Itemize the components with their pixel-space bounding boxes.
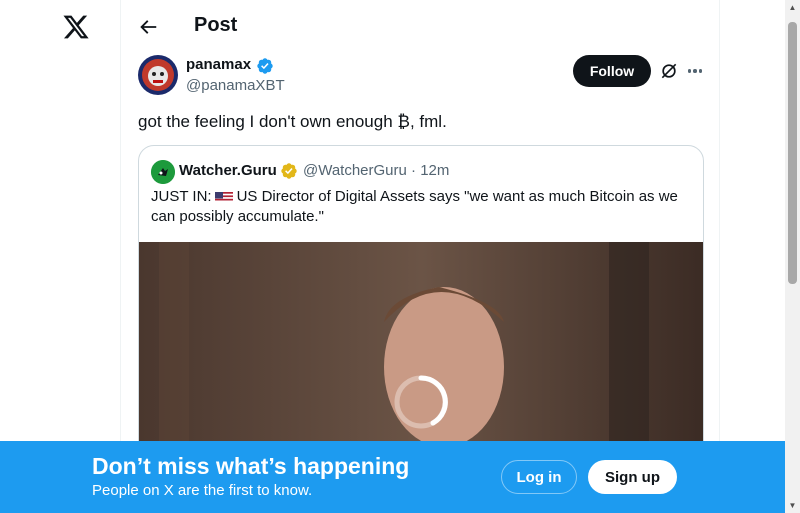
verified-badge-icon: [256, 57, 274, 75]
quote-meta[interactable]: @WatcherGuru · 12m: [303, 162, 449, 179]
scrollbar[interactable]: ▲ ▼: [785, 0, 800, 513]
quote-author-name[interactable]: Watcher.Guru: [179, 162, 277, 179]
us-flag-icon: [214, 190, 233, 202]
gold-verified-badge-icon: [280, 162, 298, 180]
grok-icon[interactable]: [659, 61, 679, 81]
banner-title: Don’t miss what’s happening: [92, 453, 410, 479]
scroll-down-icon[interactable]: ▼: [785, 498, 800, 513]
tweet-text: got the feeling I don't own enough ₿, fm…: [138, 112, 447, 131]
x-logo-icon[interactable]: [62, 13, 90, 41]
banner-subtitle: People on X are the first to know.: [92, 482, 313, 499]
author-handle[interactable]: @panamaXBT: [186, 77, 285, 94]
page-title: Post: [194, 14, 238, 36]
primary-column: Post panamax @panamaXBT Follow got the f…: [120, 0, 720, 513]
author-name[interactable]: panamax: [186, 56, 251, 73]
follow-button[interactable]: Follow: [573, 55, 651, 87]
quote-text: JUST IN: US Director of Digital Assets sa…: [151, 187, 696, 227]
sign-up-button[interactable]: Sign up: [588, 460, 677, 494]
quote-avatar[interactable]: [151, 160, 175, 184]
loading-spinner-icon: [391, 372, 451, 432]
avatar[interactable]: [138, 55, 178, 95]
login-banner: Don’t miss what’s happening People on X …: [0, 441, 785, 513]
quote-text-prefix: JUST IN:: [151, 188, 212, 205]
back-arrow-icon[interactable]: [137, 16, 159, 38]
scrollbar-thumb[interactable]: [788, 22, 797, 284]
scroll-up-icon[interactable]: ▲: [785, 0, 800, 15]
log-in-button[interactable]: Log in: [501, 460, 577, 494]
post-header: Post: [121, 0, 719, 53]
more-icon[interactable]: [685, 61, 705, 81]
